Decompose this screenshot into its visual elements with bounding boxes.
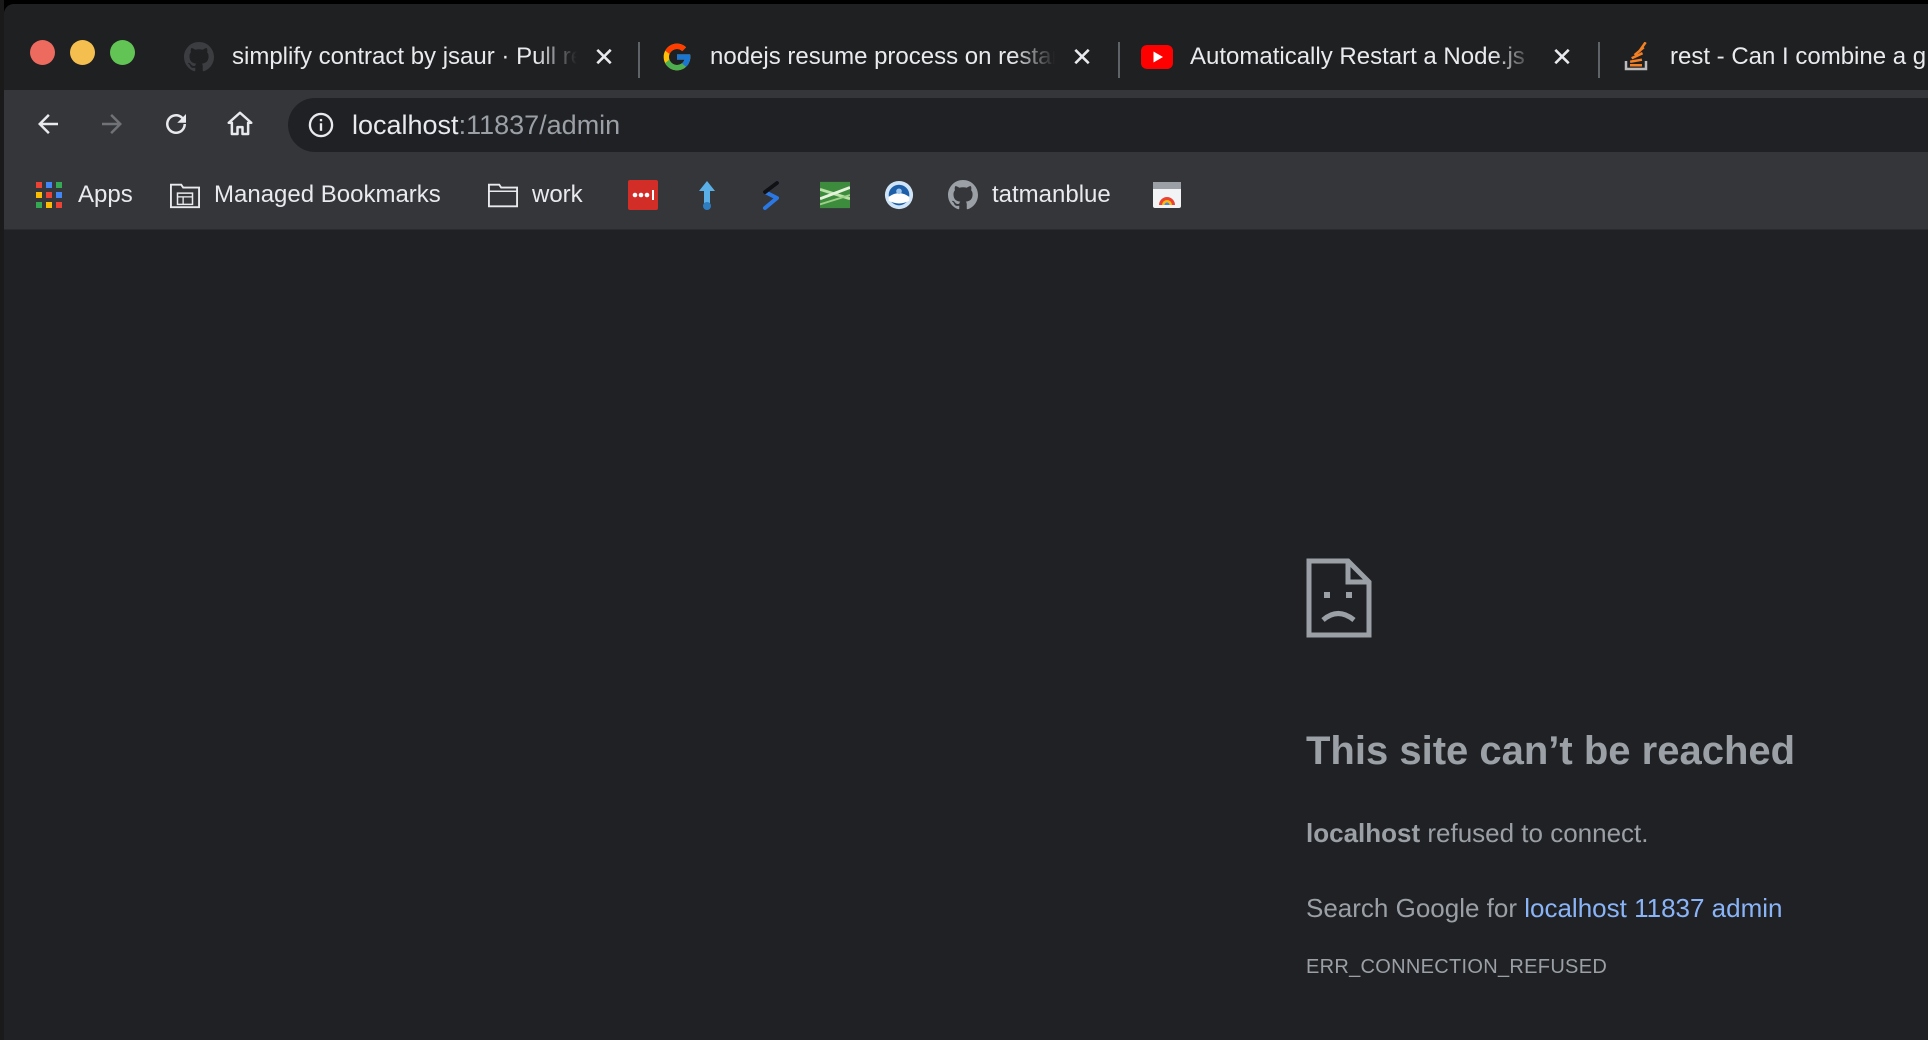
url-path: :11837/admin bbox=[458, 109, 621, 140]
bookmark-chrome-app[interactable] bbox=[1152, 178, 1182, 212]
tab-separator bbox=[1118, 42, 1120, 78]
s-logo-icon bbox=[756, 180, 786, 210]
reload-icon bbox=[166, 114, 186, 134]
page-content: This site can’t be reached localhost ref… bbox=[4, 230, 1928, 1040]
tab-youtube-video[interactable]: Automatically Restart a Node.js ✕ bbox=[1140, 28, 1577, 86]
sourcetree-icon bbox=[692, 180, 722, 210]
home-icon bbox=[227, 111, 253, 136]
lastpass-icon bbox=[628, 180, 658, 210]
error-code: ERR_CONNECTION_REFUSED bbox=[1306, 956, 1608, 978]
tab-title: simplify contract by jsaur · Pull reques… bbox=[232, 43, 577, 70]
bookmark-apps[interactable]: Apps bbox=[34, 178, 133, 212]
error-message-text: refused to connect. bbox=[1420, 818, 1649, 848]
bookmark-tatmanblue[interactable]: tatmanblue bbox=[948, 178, 1111, 212]
bookmark-managed[interactable]: Managed Bookmarks bbox=[170, 178, 441, 212]
search-google-link[interactable]: localhost 11837 admin bbox=[1524, 893, 1782, 923]
tab-google-search[interactable]: nodejs resume process on restart ✕ bbox=[660, 28, 1097, 86]
google-icon bbox=[660, 40, 694, 74]
forward-button[interactable] bbox=[92, 104, 132, 144]
url-host: localhost bbox=[352, 109, 459, 140]
url-text: localhost:11837/admin bbox=[352, 110, 620, 141]
arrow-left-icon bbox=[38, 114, 58, 134]
tab-title: Automatically Restart a Node.js bbox=[1190, 43, 1525, 70]
tab-github-pull-request[interactable]: simplify contract by jsaur · Pull reques… bbox=[182, 28, 619, 86]
apps-grid-icon bbox=[34, 180, 64, 210]
maximize-window-button[interactable] bbox=[110, 40, 135, 65]
error-panel: This site can’t be reached localhost ref… bbox=[1306, 558, 1886, 979]
youtube-icon bbox=[1140, 40, 1174, 74]
bookmark-maps[interactable] bbox=[820, 178, 850, 212]
bookmarks-bar: Apps Managed Bookmarks work tatmanblue bbox=[4, 156, 1928, 230]
info-icon[interactable] bbox=[306, 110, 336, 140]
tab-separator bbox=[638, 42, 640, 78]
managed-bookmarks-folder-icon bbox=[170, 180, 200, 210]
noaa-icon bbox=[884, 180, 914, 210]
chrome-web-app-icon bbox=[1152, 180, 1182, 210]
bookmark-noaa[interactable] bbox=[884, 178, 914, 212]
tab-strip: simplify contract by jsaur · Pull reques… bbox=[4, 4, 1928, 90]
arrow-right-icon bbox=[102, 114, 122, 134]
folder-icon bbox=[488, 180, 518, 210]
close-tab-icon[interactable]: ✕ bbox=[1067, 42, 1097, 73]
bookmark-sourcetree[interactable] bbox=[692, 178, 722, 212]
map-icon bbox=[820, 180, 850, 210]
browser-window: simplify contract by jsaur · Pull reques… bbox=[4, 4, 1928, 1040]
address-bar[interactable]: localhost:11837/admin bbox=[288, 98, 1928, 152]
back-button[interactable] bbox=[28, 104, 68, 144]
reload-button[interactable] bbox=[156, 104, 196, 144]
bookmark-s-app[interactable] bbox=[756, 178, 786, 212]
close-tab-icon[interactable]: ✕ bbox=[589, 42, 619, 73]
bookmark-folder-work[interactable]: work bbox=[488, 178, 583, 212]
browser-toolbar: localhost:11837/admin bbox=[4, 90, 1928, 156]
close-tab-icon[interactable]: ✕ bbox=[1547, 42, 1577, 73]
minimize-window-button[interactable] bbox=[70, 40, 95, 65]
github-icon bbox=[182, 40, 216, 74]
tab-stackoverflow[interactable]: rest - Can I combine a g bbox=[1620, 28, 1928, 86]
search-prefix: Search Google for bbox=[1306, 893, 1525, 923]
bookmark-label: tatmanblue bbox=[992, 181, 1111, 208]
sad-document-icon bbox=[1306, 558, 1886, 643]
github-icon bbox=[948, 180, 978, 210]
error-message: localhost refused to connect. bbox=[1306, 818, 1886, 849]
bookmark-label: Apps bbox=[78, 181, 133, 208]
search-suggestion: Search Google for localhost 11837 admin bbox=[1306, 893, 1886, 924]
error-title: This site can’t be reached bbox=[1306, 729, 1796, 773]
stackoverflow-icon bbox=[1620, 40, 1654, 74]
tab-title: rest - Can I combine a g bbox=[1670, 43, 1927, 70]
home-button[interactable] bbox=[220, 104, 260, 144]
close-window-button[interactable] bbox=[30, 40, 55, 65]
tab-title: nodejs resume process on restart bbox=[710, 43, 1055, 70]
bookmark-label: work bbox=[532, 181, 583, 208]
bookmark-lastpass[interactable] bbox=[628, 178, 658, 212]
error-host: localhost bbox=[1306, 818, 1421, 848]
tab-separator bbox=[1598, 42, 1600, 78]
bookmark-label: Managed Bookmarks bbox=[214, 181, 441, 208]
